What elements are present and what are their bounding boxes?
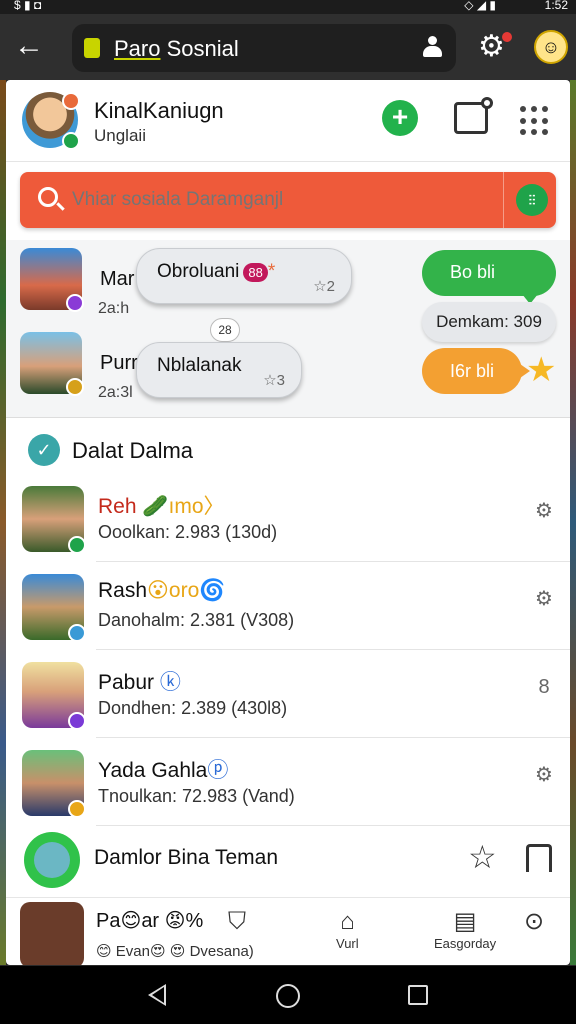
online-badge [62, 132, 80, 150]
shield-check-icon: ✓ [28, 434, 60, 466]
arrow-left-icon[interactable]: ← [14, 31, 46, 62]
apps-grid-icon[interactable] [520, 106, 550, 136]
user-avatar-button[interactable]: ☺ [534, 30, 568, 64]
background-edge-right [570, 80, 576, 965]
filter-icon[interactable]: ⫶⫶ [516, 184, 548, 216]
search-icon [38, 187, 58, 207]
back-icon[interactable] [148, 984, 166, 1006]
contact-row[interactable]: Reh 🥒ımo〉 Ooolkan: 2.983 (130d) ⚙ [6, 474, 570, 562]
contact-name: Yada Gahlaⓟ [98, 759, 229, 782]
quick-action-button[interactable]: I6r bli [422, 348, 530, 394]
list-icon: ▤ [453, 908, 477, 935]
friends-list-row[interactable]: Damlor Bina Teman ☆ [6, 822, 570, 898]
options-icon[interactable]: ⚙ [534, 500, 554, 522]
nav-list[interactable]: ▤ Easgorday [434, 908, 496, 951]
contact-avatar[interactable] [20, 902, 84, 965]
conversation-name: Purr [100, 352, 138, 374]
options-icon[interactable]: ⚙ [534, 588, 554, 610]
conversation-avatar [20, 332, 84, 396]
nav-location[interactable]: ⊙ [524, 908, 544, 936]
search-input[interactable] [72, 184, 492, 216]
contact-row[interactable]: Pabur ⓚ Dondhen: 2.389 (430l8) 8 [6, 650, 570, 738]
top-app-bar: ← Paro Sosnial ⚙ ☺ [0, 14, 576, 80]
section-header: ✓ Dalat Dalma [6, 430, 570, 474]
profile-subtitle: Unglaii [94, 126, 146, 145]
profile-name: KinalKaniugn [94, 98, 224, 123]
signal-icon: ◇ ◢ ▮ [464, 0, 496, 12]
conversation-name: Mar [100, 268, 135, 290]
contact-row[interactable]: Rash😮oro🌀 Danohalm: 2.381 (V308) ⚙ [6, 562, 570, 650]
home-circle-icon[interactable] [276, 984, 300, 1008]
contact-subtitle: Danohalm: 2.381 (V308) [98, 610, 295, 630]
contact-name: Rash😮oro🌀 [98, 579, 226, 602]
friends-label: Damlor Bina Teman [94, 846, 279, 869]
status-bar: $ ▮ ◘ ◇ ◢ ▮ 1:52 [0, 0, 576, 14]
recents-icon[interactable] [408, 985, 428, 1005]
star-icon[interactable]: ★ [526, 350, 556, 390]
app-title-pill[interactable]: Paro Sosnial [72, 24, 456, 72]
contact-name: Reh 🥒ımo〉 [98, 495, 225, 518]
status-badge [62, 92, 80, 110]
star-count: ☆2 [313, 278, 335, 295]
contact-avatar [22, 662, 86, 730]
nav-home[interactable]: ⌂ Vurl [336, 908, 359, 951]
contact-name: Pabur ⓚ [98, 671, 181, 694]
bag-icon: ⛉ [228, 908, 246, 935]
profile-avatar[interactable] [22, 92, 80, 150]
main-panel: KinalKaniugn Unglaii + ⫶⫶ Mar 2a:h Obrol… [6, 80, 570, 965]
bookmark-icon[interactable] [526, 844, 552, 880]
conversation-time: 2a:3l [98, 384, 133, 401]
status-left-icons: $ ▮ ◘ [14, 0, 42, 12]
home-icon: ⌂ [340, 908, 355, 935]
conversation-time: 2a:h [98, 300, 130, 317]
contact-subtitle: 😊 Evan😍 😍 Dvesana) [96, 943, 254, 960]
quick-reply-button[interactable]: Bo bli [422, 250, 556, 304]
star-count: ☆3 [263, 372, 285, 389]
unread-count-badge: 88 [243, 263, 268, 282]
settings-button[interactable]: ⚙ [478, 32, 512, 64]
contact-name: Pa😊ar 😡% [96, 910, 204, 932]
app-title: Paro Sosnial [114, 36, 239, 61]
new-chat-button[interactable]: + [382, 100, 418, 136]
app-logo-icon [84, 38, 100, 58]
quick-info-tag[interactable]: Demkam: 309 [422, 302, 556, 342]
contact-subtitle: Ooolkan: 2.983 (130d) [98, 522, 278, 542]
search-bar: ⫶⫶ [20, 172, 556, 228]
options-icon[interactable]: 8 [534, 676, 554, 698]
friends-avatar [24, 832, 80, 888]
options-icon[interactable]: ⚙ [534, 764, 554, 786]
status-time: 1:52 [544, 0, 568, 12]
contact-avatar [22, 486, 86, 554]
star-outline-icon[interactable]: ☆ [468, 840, 497, 874]
nav-bag[interactable]: ⛉ [228, 908, 246, 936]
contact-subtitle: Dondhen: 2.389 (430l8) [98, 698, 288, 718]
compose-button[interactable] [454, 97, 493, 134]
system-nav-bar [0, 966, 576, 1024]
contact-row[interactable]: Yada Gahlaⓟ Tnoulkan: 72.983 (Vand) ⚙ [6, 738, 570, 826]
location-icon: ⊙ [524, 908, 545, 935]
notification-dot [502, 32, 512, 42]
message-bubble[interactable]: Nblalanak ☆3 [136, 342, 302, 398]
conversation-avatar [20, 248, 84, 312]
section-title: Dalat Dalma [72, 438, 194, 463]
message-bubble[interactable]: Obroluani 88 * ☆2 [136, 248, 352, 304]
contact-avatar [22, 750, 86, 818]
contact-subtitle: Tnoulkan: 72.983 (Vand) [98, 786, 295, 806]
profile-header: KinalKaniugn Unglaii + [6, 80, 570, 162]
contact-avatar [22, 574, 86, 642]
bottom-row: Pa😊ar 😡% 😊 Evan😍 😍 Dvesana) ⛉ ⌂ Vurl ▤ E… [6, 898, 570, 965]
person-icon[interactable] [422, 36, 442, 60]
